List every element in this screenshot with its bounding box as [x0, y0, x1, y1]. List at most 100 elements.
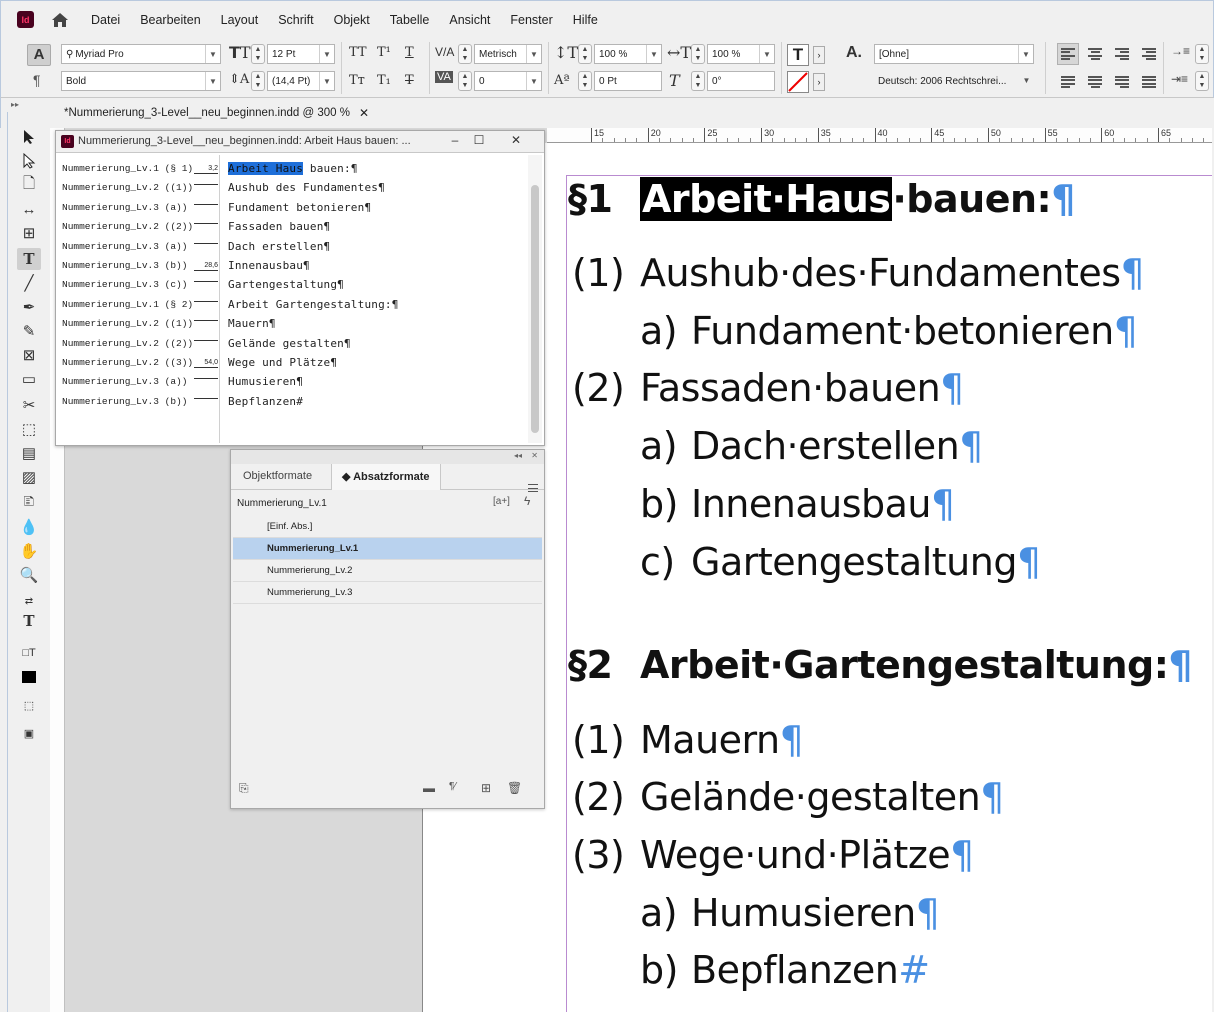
menu-bearbeiten[interactable]: Bearbeiten [137, 13, 203, 27]
gradient-tool-icon[interactable]: ▤ [17, 442, 41, 464]
chevron-down-icon[interactable]: ▼ [205, 72, 220, 90]
first-line-indent-stepper[interactable]: ▲ ▼ [1195, 71, 1209, 91]
view-mode-icon[interactable]: ⬚ [17, 694, 41, 716]
close-icon[interactable]: ✕ [531, 451, 538, 460]
menu-hilfe[interactable]: Hilfe [570, 13, 601, 27]
justify-right-icon[interactable] [1111, 71, 1133, 93]
kerning-field[interactable]: Metrisch ▼ [474, 44, 542, 64]
underline-icon[interactable]: T [405, 45, 414, 60]
gap-tool-icon[interactable]: ↔ [17, 198, 41, 220]
font-family-field[interactable]: ⚲ Myriad Pro ▼ [61, 44, 221, 64]
story-text-line[interactable]: Gelände gestalten¶ [228, 337, 351, 350]
align-right-icon[interactable] [1111, 43, 1133, 65]
justify-all-icon[interactable] [1138, 71, 1160, 93]
screen-mode-icon[interactable]: ▣ [17, 722, 41, 744]
vertical-scale-stepper[interactable]: ▲ ▼ [578, 44, 592, 64]
selected-text[interactable]: Arbeit·Haus [640, 177, 893, 221]
subscript-icon[interactable]: T₁ [377, 73, 391, 88]
align-center-icon[interactable] [1084, 43, 1106, 65]
pen-tool-icon[interactable]: ✒ [17, 296, 41, 318]
swap-colors-icon[interactable]: ⇄ [17, 590, 41, 612]
story-text-column[interactable]: Arbeit Haus bauen:¶ Aushub des Fundamente… [228, 155, 524, 443]
fill-stroke-icon[interactable]: T [17, 610, 41, 632]
note-tool-icon[interactable]: 🗈 [17, 492, 41, 514]
panel-header[interactable]: ◂◂ ✕ [231, 450, 544, 464]
chevron-down-icon[interactable]: ▼ [1019, 71, 1034, 89]
hand-tool-icon[interactable]: ✋ [17, 540, 41, 562]
scrollbar-thumb[interactable] [531, 185, 539, 433]
direct-selection-tool-icon[interactable] [17, 150, 41, 172]
story-text-line[interactable]: Wege und Plätze¶ [228, 356, 337, 369]
story-editor-window[interactable]: Id Nummerierung_3-Level__neu_beginnen.in… [55, 130, 545, 446]
font-style-field[interactable]: Bold ▼ [61, 71, 221, 91]
chevron-down-icon[interactable]: ▼ [319, 45, 334, 63]
selection-tool-icon[interactable] [17, 126, 41, 148]
story-selected-text[interactable]: Arbeit Haus [228, 162, 304, 175]
story-text-line[interactable]: Dach erstellen¶ [228, 240, 330, 253]
panel-menu-icon[interactable] [528, 484, 538, 492]
rectangle-tool-icon[interactable]: ▭ [17, 368, 41, 390]
style-list-item[interactable]: Nummerierung_Lv.3 [233, 582, 542, 604]
leading-stepper[interactable]: ▲ ▼ [251, 71, 265, 91]
story-text-line[interactable]: Mauern¶ [228, 317, 276, 330]
formatting-affects-text-icon[interactable]: □T [17, 642, 41, 664]
font-size-stepper[interactable]: ▲ ▼ [251, 44, 265, 64]
chevron-down-icon[interactable]: ▼ [526, 45, 541, 63]
style-list-item[interactable]: Nummerierung_Lv.1 [233, 538, 542, 560]
story-text-line[interactable]: Arbeit Haus bauen:¶ [228, 162, 358, 175]
tab-objektformate[interactable]: Objektformate [233, 464, 322, 490]
rectangle-frame-tool-icon[interactable]: ⊠ [17, 344, 41, 366]
eyedropper-tool-icon[interactable]: 💧 [17, 516, 41, 538]
load-styles-icon[interactable]: ⎘ [239, 781, 249, 796]
paragraph-mode-icon[interactable]: ¶ [33, 72, 41, 88]
chevron-down-icon[interactable]: ▼ [646, 45, 661, 63]
align-towards-spine-icon[interactable] [1138, 43, 1160, 65]
apply-color-icon[interactable] [17, 666, 41, 688]
story-editor-title-bar[interactable]: Id Nummerierung_3-Level__neu_beginnen.in… [56, 131, 544, 153]
horizontal-scale-field[interactable]: 100 % ▼ [707, 44, 775, 64]
page-tool-icon[interactable]: 🗋 [17, 174, 41, 196]
gradient-feather-tool-icon[interactable]: ▨ [17, 466, 41, 488]
menu-fenster[interactable]: Fenster [507, 13, 555, 27]
new-style-icon[interactable]: ⊞ [481, 781, 491, 795]
horizontal-scale-stepper[interactable]: ▲ ▼ [691, 44, 705, 64]
left-indent-stepper[interactable]: ▲ ▼ [1195, 44, 1209, 64]
fill-color-icon[interactable]: T [787, 44, 809, 66]
style-list-item[interactable]: Nummerierung_Lv.2 [233, 560, 542, 582]
type-tool-icon[interactable]: T [17, 248, 41, 270]
superscript-icon[interactable]: T¹ [377, 45, 391, 60]
scissors-tool-icon[interactable]: ✂ [17, 394, 41, 416]
free-transform-tool-icon[interactable]: ⬚ [17, 418, 41, 440]
menu-tabelle[interactable]: Tabelle [387, 13, 433, 27]
kerning-stepper[interactable]: ▲ ▼ [458, 44, 472, 64]
collapse-toolbar-icon[interactable]: ▸▸ [11, 100, 19, 109]
close-icon[interactable]: ✕ [359, 106, 369, 120]
story-text-line[interactable]: Gartengestaltung¶ [228, 278, 344, 291]
clear-overrides-icon[interactable]: ¶⁄ [449, 781, 456, 792]
story-text-line[interactable]: Fassaden bauen¶ [228, 220, 330, 233]
leading-field[interactable]: (14,4 Pt) ▼ [267, 71, 335, 91]
strikethrough-icon[interactable]: T [405, 73, 414, 88]
story-text-line[interactable]: Humusieren¶ [228, 375, 303, 388]
pencil-tool-icon[interactable]: ✎ [17, 320, 41, 342]
skew-stepper[interactable]: ▲ ▼ [691, 71, 705, 91]
menu-layout[interactable]: Layout [218, 13, 262, 27]
align-left-icon[interactable] [1057, 43, 1079, 65]
chevron-down-icon[interactable]: ▼ [319, 72, 334, 90]
menu-datei[interactable]: Datei [88, 13, 123, 27]
document-tab[interactable]: *Nummerierung_3-Level__neu_beginnen.indd… [56, 102, 376, 126]
small-caps-icon[interactable]: Tт [349, 73, 365, 88]
language-field[interactable]: Deutsch: 2006 Rechtschrei... ▼ [874, 71, 1034, 91]
maximize-icon[interactable]: ☐ [469, 133, 489, 150]
stroke-color-icon[interactable] [787, 71, 809, 93]
story-text-line[interactable]: Aushub des Fundamentes¶ [228, 181, 385, 194]
skew-field[interactable]: 0° [707, 71, 775, 91]
character-mode-icon[interactable]: A [27, 44, 51, 66]
delete-icon[interactable]: 🗑 [507, 781, 522, 795]
story-text-line[interactable]: Bepflanzen# [228, 395, 303, 408]
chevron-down-icon[interactable]: ▼ [205, 45, 220, 63]
font-size-field[interactable]: 12 Pt ▼ [267, 44, 335, 64]
story-text-line[interactable]: Innenausbau¶ [228, 259, 310, 272]
line-tool-icon[interactable]: ╱ [17, 272, 41, 294]
all-caps-icon[interactable]: TT [349, 45, 367, 60]
